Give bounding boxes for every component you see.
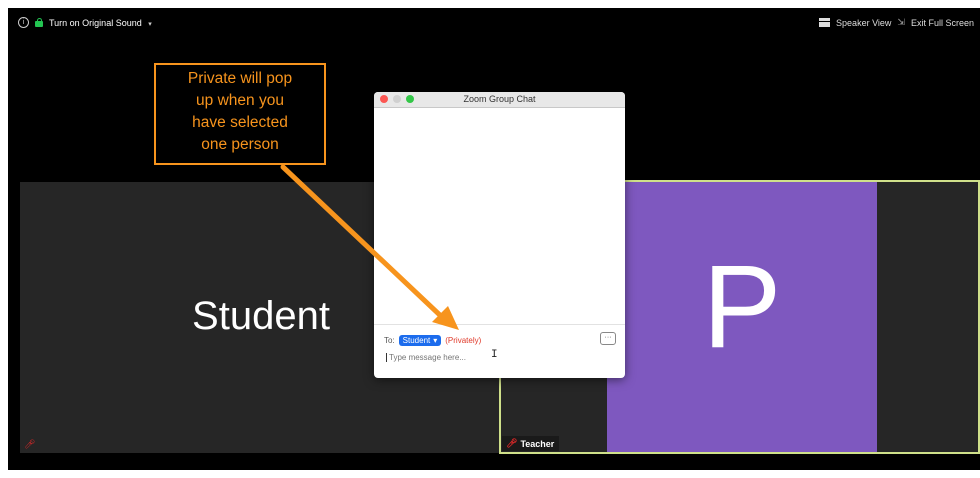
chat-message-area[interactable] <box>374 108 625 324</box>
group-chat-window: Zoom Group Chat To: Student ▾ (Privately… <box>374 92 625 378</box>
chevron-down-icon: ▾ <box>433 336 438 345</box>
recipient-row: To: Student ▾ (Privately) <box>384 335 481 346</box>
recipient-dropdown[interactable]: Student ▾ <box>398 335 442 346</box>
avatar: P <box>607 182 877 452</box>
exit-fullscreen-button[interactable]: Exit Full Screen <box>911 18 974 28</box>
recipient-label: Student <box>402 336 431 345</box>
speaker-view-button[interactable]: Speaker View <box>836 18 891 28</box>
meeting-topbar-right: Speaker View ⇲ Exit Full Screen <box>819 17 974 28</box>
info-icon[interactable]: i <box>18 17 29 28</box>
original-sound-label: Turn on Original Sound <box>49 17 142 28</box>
text-cursor-icon: I <box>491 349 498 361</box>
annotation-callout: Private will pop up when you have select… <box>154 63 326 165</box>
callout-line: up when you <box>196 92 284 109</box>
chat-titlebar[interactable]: Zoom Group Chat <box>374 92 625 108</box>
privately-label: (Privately) <box>445 336 482 345</box>
callout-line: Private will pop <box>187 70 293 87</box>
zoom-window-button[interactable] <box>406 95 414 103</box>
grid-icon <box>819 18 831 27</box>
to-label: To: <box>384 336 395 345</box>
participant-name-teacher: Teacher <box>520 438 555 449</box>
meeting-topbar-left: i Turn on Original Sound ▾ <box>18 17 152 28</box>
callout-line: one person <box>201 136 279 153</box>
close-window-button[interactable] <box>380 95 388 103</box>
participant-label-teacher: 🎤︎ Teacher <box>502 436 560 451</box>
chat-composer: To: Student ▾ (Privately) ··· I <box>374 324 625 378</box>
chevron-down-icon: ▾ <box>148 20 152 28</box>
more-options-icon[interactable]: ··· <box>600 332 616 345</box>
minimize-window-button[interactable] <box>393 95 401 103</box>
lock-icon[interactable] <box>35 18 43 27</box>
exit-fullscreen-icon: ⇲ <box>897 17 905 27</box>
mic-muted-icon: 🎤︎ <box>24 439 36 449</box>
mic-muted-icon: 🎤︎ <box>506 438 518 448</box>
chat-window-title: Zoom Group Chat <box>463 94 536 104</box>
original-sound-button[interactable]: Turn on Original Sound ▾ <box>49 18 152 28</box>
callout-line: have selected <box>192 114 288 131</box>
